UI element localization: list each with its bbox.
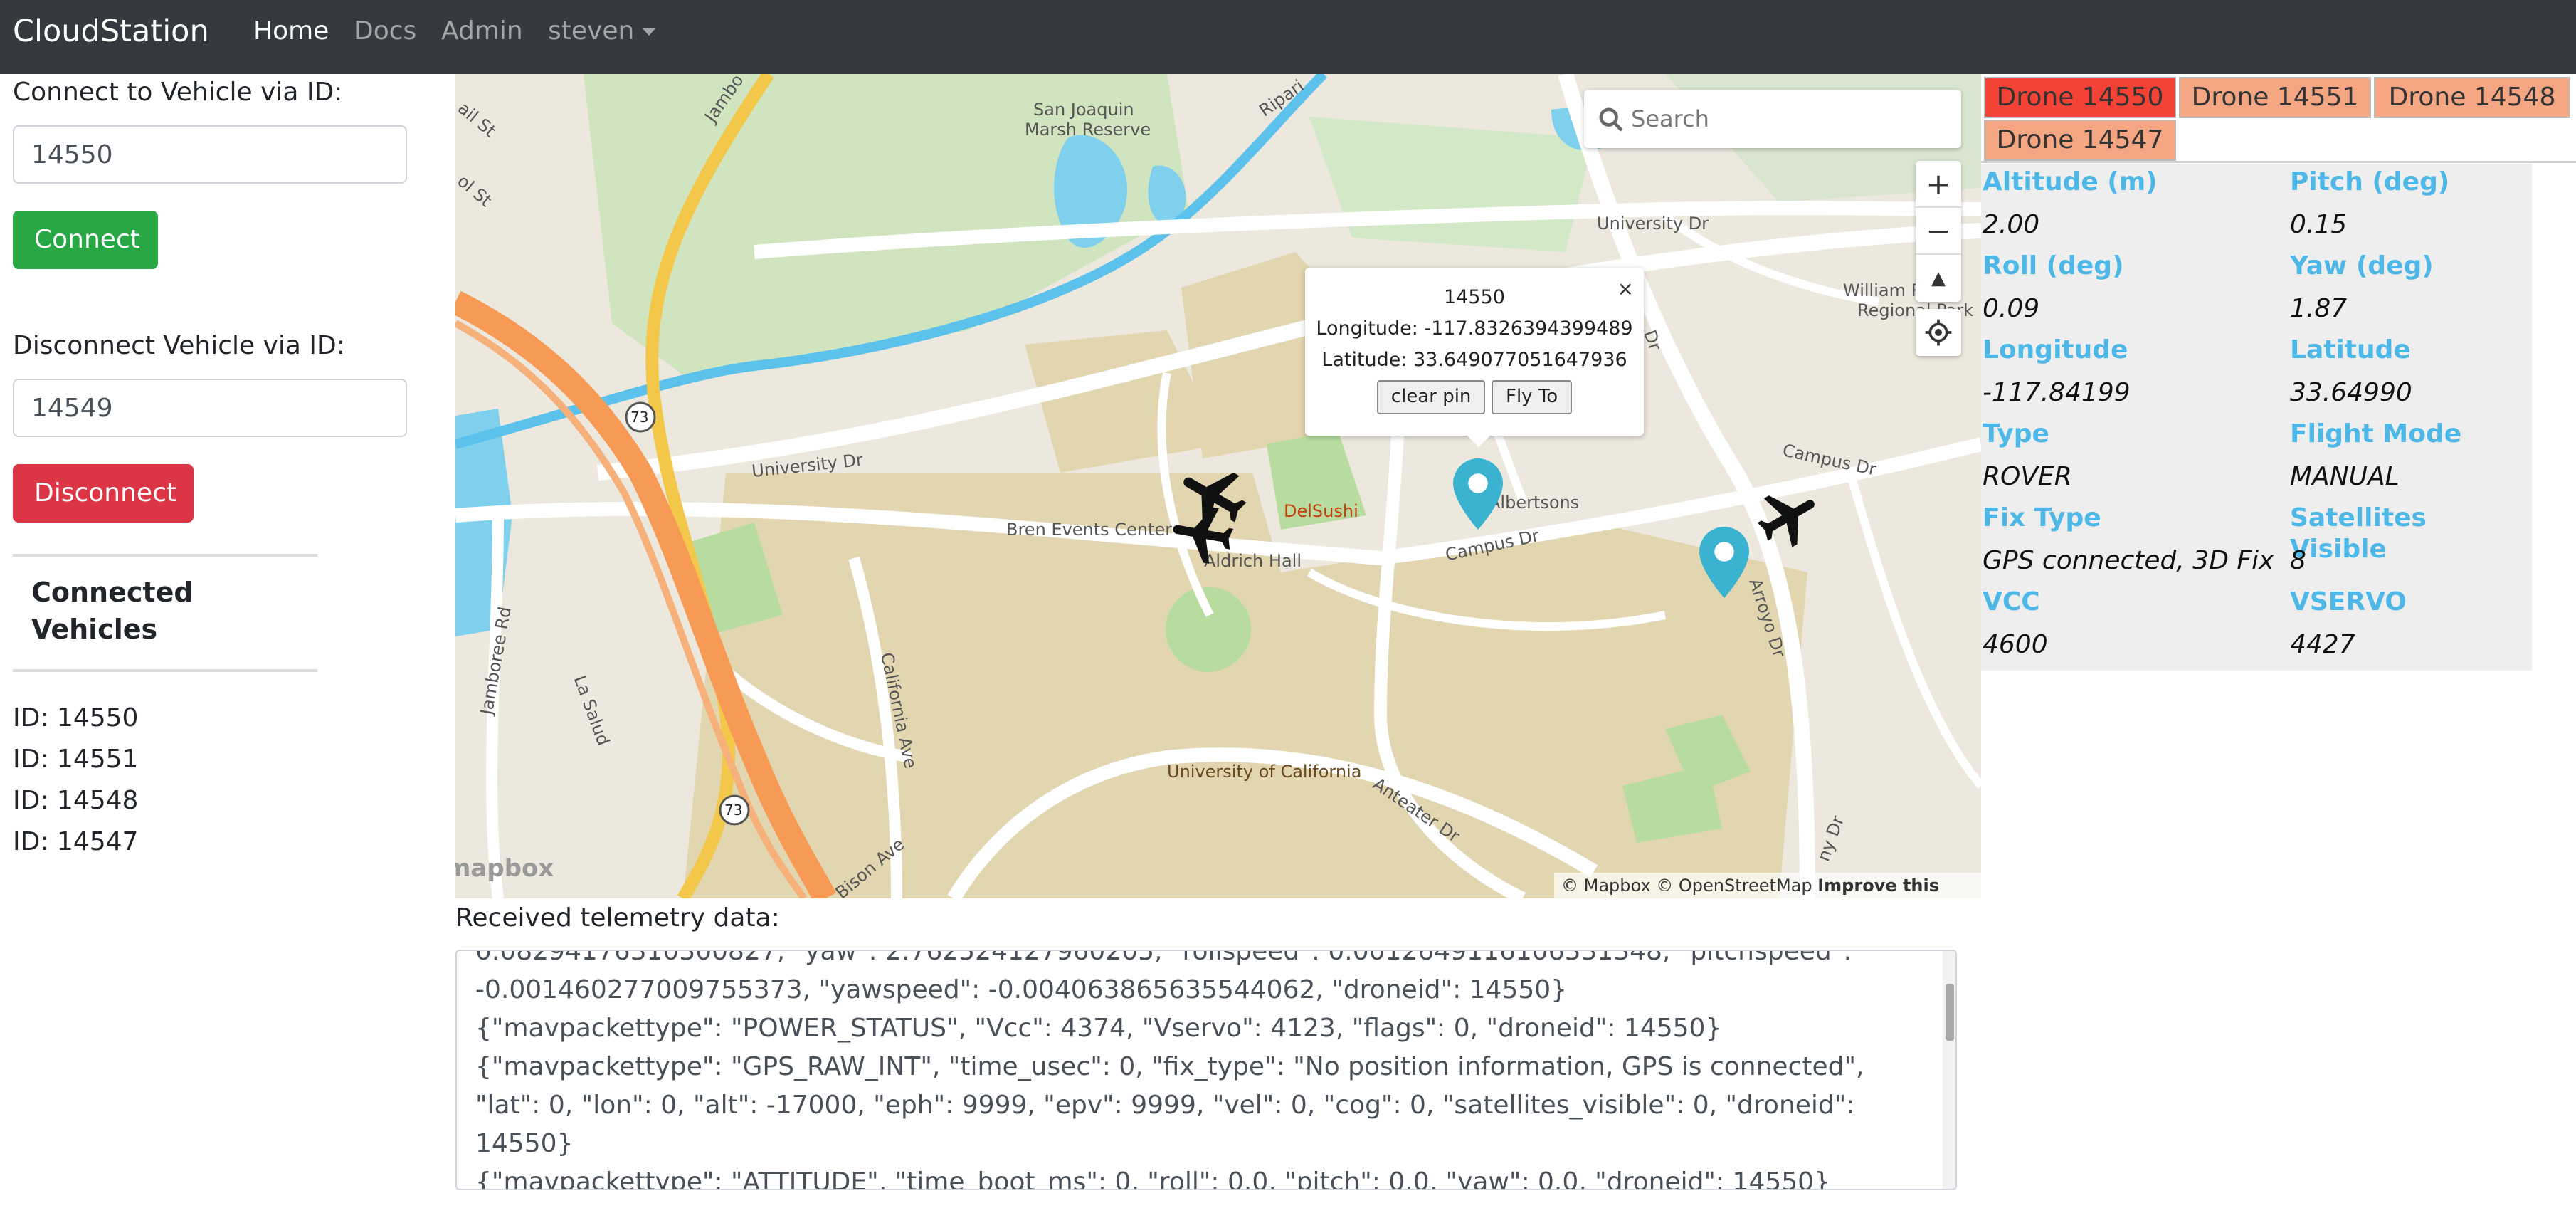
nav-home[interactable]: Home <box>253 16 329 47</box>
zoom-in-button[interactable]: + <box>1916 161 1961 208</box>
list-item: ID: 14547 <box>13 827 139 856</box>
map-label: Marsh Reserve <box>1025 120 1151 140</box>
connect-button[interactable]: Connect <box>13 211 158 269</box>
popup-longitude: Longitude: -117.8326394399489 <box>1316 317 1633 340</box>
connect-id-input[interactable] <box>13 125 407 184</box>
vservo-value: 4427 <box>2290 630 2355 659</box>
connected-vehicles-list: ID: 14550 ID: 14551 ID: 14548 ID: 14547 <box>13 698 138 863</box>
tab-drone-14548[interactable]: Drone 14548 <box>2374 77 2570 118</box>
satellites-value: 8 <box>2290 546 2306 575</box>
search-icon <box>1599 107 1623 132</box>
locate-icon <box>1925 319 1952 346</box>
compass-icon[interactable]: ▲ <box>1916 255 1961 302</box>
popup-title: 14550 <box>1444 286 1505 308</box>
drone-tabs: Drone 14550 Drone 14551 Drone 14548 Dron… <box>1981 74 2576 164</box>
map-label: William R <box>1843 280 1923 300</box>
connect-label: Connect to Vehicle via ID: <box>13 78 343 107</box>
altitude-label: Altitude (m) <box>1983 167 2158 196</box>
disconnect-label: Disconnect Vehicle via ID: <box>13 331 345 360</box>
user-menu-label: steven <box>548 16 635 46</box>
map-pin-icon[interactable] <box>1453 458 1503 530</box>
fly-to-button[interactable]: Fly To <box>1492 380 1573 414</box>
map-label: University of California <box>1167 762 1362 782</box>
route-shield: 73 <box>724 802 743 819</box>
latitude-value: 33.64990 <box>2290 378 2412 407</box>
map-label: DelSushi <box>1284 501 1358 521</box>
fix-type-label: Fix Type <box>1983 503 2101 532</box>
yaw-value: 1.87 <box>2290 294 2348 323</box>
vcc-label: VCC <box>1983 587 2040 616</box>
nav-docs[interactable]: Docs <box>354 16 416 47</box>
divider <box>13 669 317 672</box>
scrollbar-thumb[interactable] <box>1946 984 1954 1041</box>
map-view[interactable]: 73 73 San Joaquin Marsh Reserve Universi… <box>455 74 1981 898</box>
telemetry-panel: Altitude (m) Pitch (deg) 2.00 0.15 Roll … <box>1981 164 2532 671</box>
vcc-value: 4600 <box>1983 630 2048 659</box>
telemetry-log-text: 0.08294176310300827, "yaw": 2.7625241279… <box>475 950 1864 1190</box>
roll-label: Roll (deg) <box>1983 251 2124 280</box>
route-shield: 73 <box>630 409 649 426</box>
list-item: ID: 14551 <box>13 745 139 774</box>
pitch-value: 0.15 <box>2290 210 2348 239</box>
caret-down-icon <box>643 28 656 36</box>
pin-popup: × 14550 Longitude: -117.8326394399489 La… <box>1305 268 1644 436</box>
roll-value: 0.09 <box>1983 294 2040 323</box>
tab-drone-14550[interactable]: Drone 14550 <box>1984 77 2176 118</box>
tabs-divider <box>1981 161 2576 163</box>
telemetry-log-textarea[interactable]: 0.08294176310300827, "yaw": 2.7625241279… <box>455 950 1957 1190</box>
altitude-value: 2.00 <box>1983 210 2040 239</box>
map-label: University Dr <box>1597 214 1709 233</box>
yaw-label: Yaw (deg) <box>2290 251 2434 280</box>
map-pin-icon[interactable] <box>1699 527 1749 598</box>
fix-type-value: GPS connected, 3D Fix <box>1983 546 2274 575</box>
attribution-text[interactable]: © Mapbox © OpenStreetMap <box>1561 876 1812 896</box>
divider <box>13 554 317 557</box>
mapbox-logo[interactable]: mapbox <box>455 854 554 883</box>
geolocate-control <box>1916 309 1961 356</box>
disconnect-id-input[interactable] <box>13 379 407 437</box>
popup-tip <box>1466 434 1492 447</box>
drone-plane-icon[interactable] <box>1753 483 1825 554</box>
map-search <box>1584 90 1961 148</box>
latitude-label: Latitude <box>2290 335 2411 364</box>
close-icon[interactable]: × <box>1617 273 1634 305</box>
type-value: ROVER <box>1983 462 2072 491</box>
vservo-label: VSERVO <box>2290 587 2407 616</box>
list-item: ID: 14548 <box>13 786 139 815</box>
clear-pin-button[interactable]: clear pin <box>1376 380 1486 414</box>
longitude-label: Longitude <box>1983 335 2128 364</box>
nav-admin[interactable]: Admin <box>441 16 523 47</box>
user-menu-dropdown[interactable]: steven <box>548 16 656 47</box>
received-telemetry-label: Received telemetry data: <box>455 903 780 933</box>
brand-logo[interactable]: CloudStation <box>13 13 209 50</box>
tab-drone-14551[interactable]: Drone 14551 <box>2179 77 2371 118</box>
type-label: Type <box>1983 419 2049 448</box>
disconnect-button[interactable]: Disconnect <box>13 464 194 523</box>
pitch-label: Pitch (deg) <box>2290 167 2450 196</box>
zoom-out-button[interactable]: − <box>1916 208 1961 255</box>
zoom-controls: + − ▲ <box>1916 161 1961 302</box>
map-attribution: © Mapbox © OpenStreetMap Improve this ma… <box>1554 873 1981 898</box>
longitude-value: -117.84199 <box>1983 378 2131 407</box>
top-navbar: CloudStation Home Docs Admin steven <box>0 0 2576 74</box>
geolocate-button[interactable] <box>1916 309 1961 356</box>
flight-mode-label: Flight Mode <box>2290 419 2462 448</box>
drone-plane-icon[interactable] <box>1167 497 1238 568</box>
satellites-label: Satellites Visible <box>2290 503 2427 564</box>
popup-latitude: Latitude: 33.649077051647936 <box>1321 349 1627 371</box>
tab-drone-14547[interactable]: Drone 14547 <box>1984 120 2176 161</box>
map-label: San Joaquin <box>1033 100 1134 120</box>
map-search-input[interactable] <box>1631 90 1951 148</box>
map-label: Bren Events Center <box>1006 520 1173 540</box>
list-item: ID: 14550 <box>13 703 139 732</box>
connected-vehicles-heading: Connected Vehicles <box>31 577 194 645</box>
flight-mode-value: MANUAL <box>2290 462 2400 491</box>
